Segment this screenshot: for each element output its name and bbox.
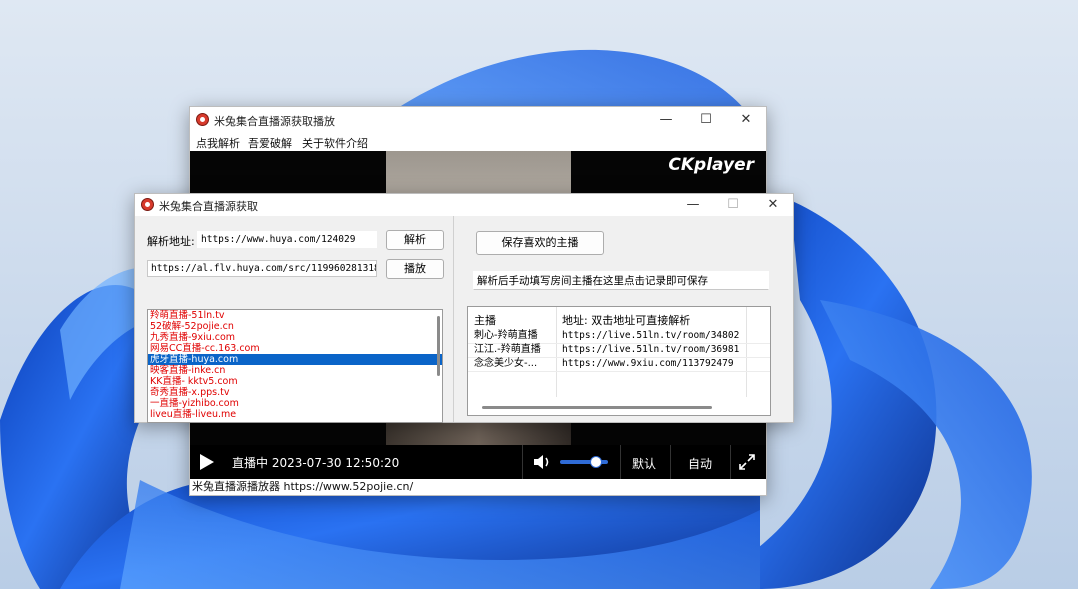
list-item[interactable]: 映客直播-inke.cn (148, 365, 442, 376)
parse-address-input[interactable]: https://www.huya.com/124029 (197, 231, 377, 248)
auto-quality-button[interactable]: 自动 (688, 455, 712, 472)
table-scrollbar[interactable] (482, 406, 712, 409)
list-item[interactable]: 羚萌直播-51ln.tv (148, 310, 442, 321)
player-title-bar[interactable]: 米兔集合直播源获取播放 — ☐ ✕ (190, 107, 766, 133)
control-divider (730, 445, 731, 479)
minimize-icon[interactable]: — (673, 194, 713, 216)
parse-button[interactable]: 解析 (386, 230, 444, 250)
table-cell-anchor: 念念美少女-... (474, 358, 538, 369)
table-row[interactable]: 刺心-羚萌直播 https://live.51ln.tv/room/34802 (468, 329, 770, 344)
table-cell-anchor: 江江.-羚萌直播 (474, 344, 541, 355)
left-panel: 解析地址: https://www.huya.com/124029 解析 htt… (135, 216, 454, 423)
status-bar: 米兔直播源播放器 https://www.52pojie.cn/ (190, 479, 766, 495)
close-icon[interactable]: ✕ (726, 107, 766, 133)
site-list[interactable]: 羚萌直播-51ln.tv 52破解-52pojie.cn 九秀直播-9xiu.c… (147, 309, 443, 423)
definition-default-button[interactable]: 默认 (632, 455, 656, 472)
maximize-icon: ☐ (727, 197, 739, 212)
column-header-anchor[interactable]: 主播 (474, 312, 496, 328)
source-title-bar[interactable]: 米兔集合直播源获取 — ☐ ✕ (135, 194, 793, 216)
control-divider (620, 445, 621, 479)
table-cell-address: https://www.9xiu.com/113792479 (562, 358, 734, 369)
list-item[interactable]: 奇秀直播-x.pps.tv (148, 387, 442, 398)
table-cell-anchor: 刺心-羚萌直播 (474, 330, 538, 341)
volume-handle[interactable] (590, 456, 602, 468)
table-cell-address: https://live.51ln.tv/room/36981 (562, 344, 740, 355)
video-frame-bottom (386, 421, 571, 445)
player-window-title: 米兔集合直播源获取播放 (214, 115, 335, 128)
play-button[interactable]: 播放 (386, 259, 444, 279)
app-logo-icon (141, 198, 154, 211)
menu-item-52pojie[interactable]: 吾爱破解 (248, 135, 292, 151)
source-window-title: 米兔集合直播源获取 (159, 200, 258, 213)
menu-bar: 点我解析 吾爱破解 关于软件介绍 (190, 133, 766, 151)
player-brand-logo: CKplayer (668, 155, 754, 175)
hint-text[interactable]: 解析后手动填写房间主播在这里点击记录即可保存 (473, 271, 769, 290)
parse-address-label: 解析地址: (147, 235, 195, 248)
maximize-icon[interactable]: ☐ (686, 107, 726, 133)
column-header-address[interactable]: 地址: 双击地址可直接解析 (562, 312, 690, 328)
right-panel: 保存喜欢的主播 解析后手动填写房间主播在这里点击记录即可保存 主播 地址: 双击… (455, 216, 793, 422)
list-item[interactable]: 一直播-yizhibo.com (148, 398, 442, 409)
source-window: 米兔集合直播源获取 — ☐ ✕ 解析地址: https://www.huya.c… (134, 193, 794, 423)
volume-icon[interactable] (532, 453, 552, 471)
menu-item-about[interactable]: 关于软件介绍 (302, 135, 368, 151)
control-divider (670, 445, 671, 479)
list-item-selected[interactable]: 虎牙直播-huya.com (148, 354, 442, 365)
table-cell-address: https://live.51ln.tv/room/34802 (562, 330, 740, 341)
close-icon[interactable]: ✕ (753, 194, 793, 216)
list-item[interactable]: 52破解-52pojie.cn (148, 321, 442, 332)
list-scrollbar[interactable] (437, 316, 440, 376)
control-divider (522, 445, 523, 479)
save-favorite-button[interactable]: 保存喜欢的主播 (476, 231, 604, 255)
list-item[interactable]: 九秀直播-9xiu.com (148, 332, 442, 343)
app-logo-icon (196, 113, 209, 126)
stream-url-input[interactable]: https://al.flv.huya.com/src/119960281318… (147, 260, 377, 277)
minimize-icon[interactable]: — (646, 107, 686, 133)
play-icon[interactable] (200, 454, 214, 470)
fullscreen-icon[interactable] (738, 453, 756, 471)
table-row[interactable]: 念念美少女-... https://www.9xiu.com/113792479 (468, 357, 770, 372)
table-row[interactable]: 江江.-羚萌直播 https://live.51ln.tv/room/36981 (468, 343, 770, 358)
list-item[interactable]: KK直播- kktv5.com (148, 376, 442, 387)
player-controls: 直播中 2023-07-30 12:50:20 默认 自动 (190, 445, 766, 479)
list-item[interactable]: 网易CC直播-cc.163.com (148, 343, 442, 354)
menu-item-parse[interactable]: 点我解析 (196, 135, 240, 151)
live-status-text: 直播中 2023-07-30 12:50:20 (232, 456, 400, 470)
favorites-table[interactable]: 主播 地址: 双击地址可直接解析 刺心-羚萌直播 https://live.51… (467, 306, 771, 416)
list-item[interactable]: liveu直播-liveu.me (148, 409, 442, 420)
